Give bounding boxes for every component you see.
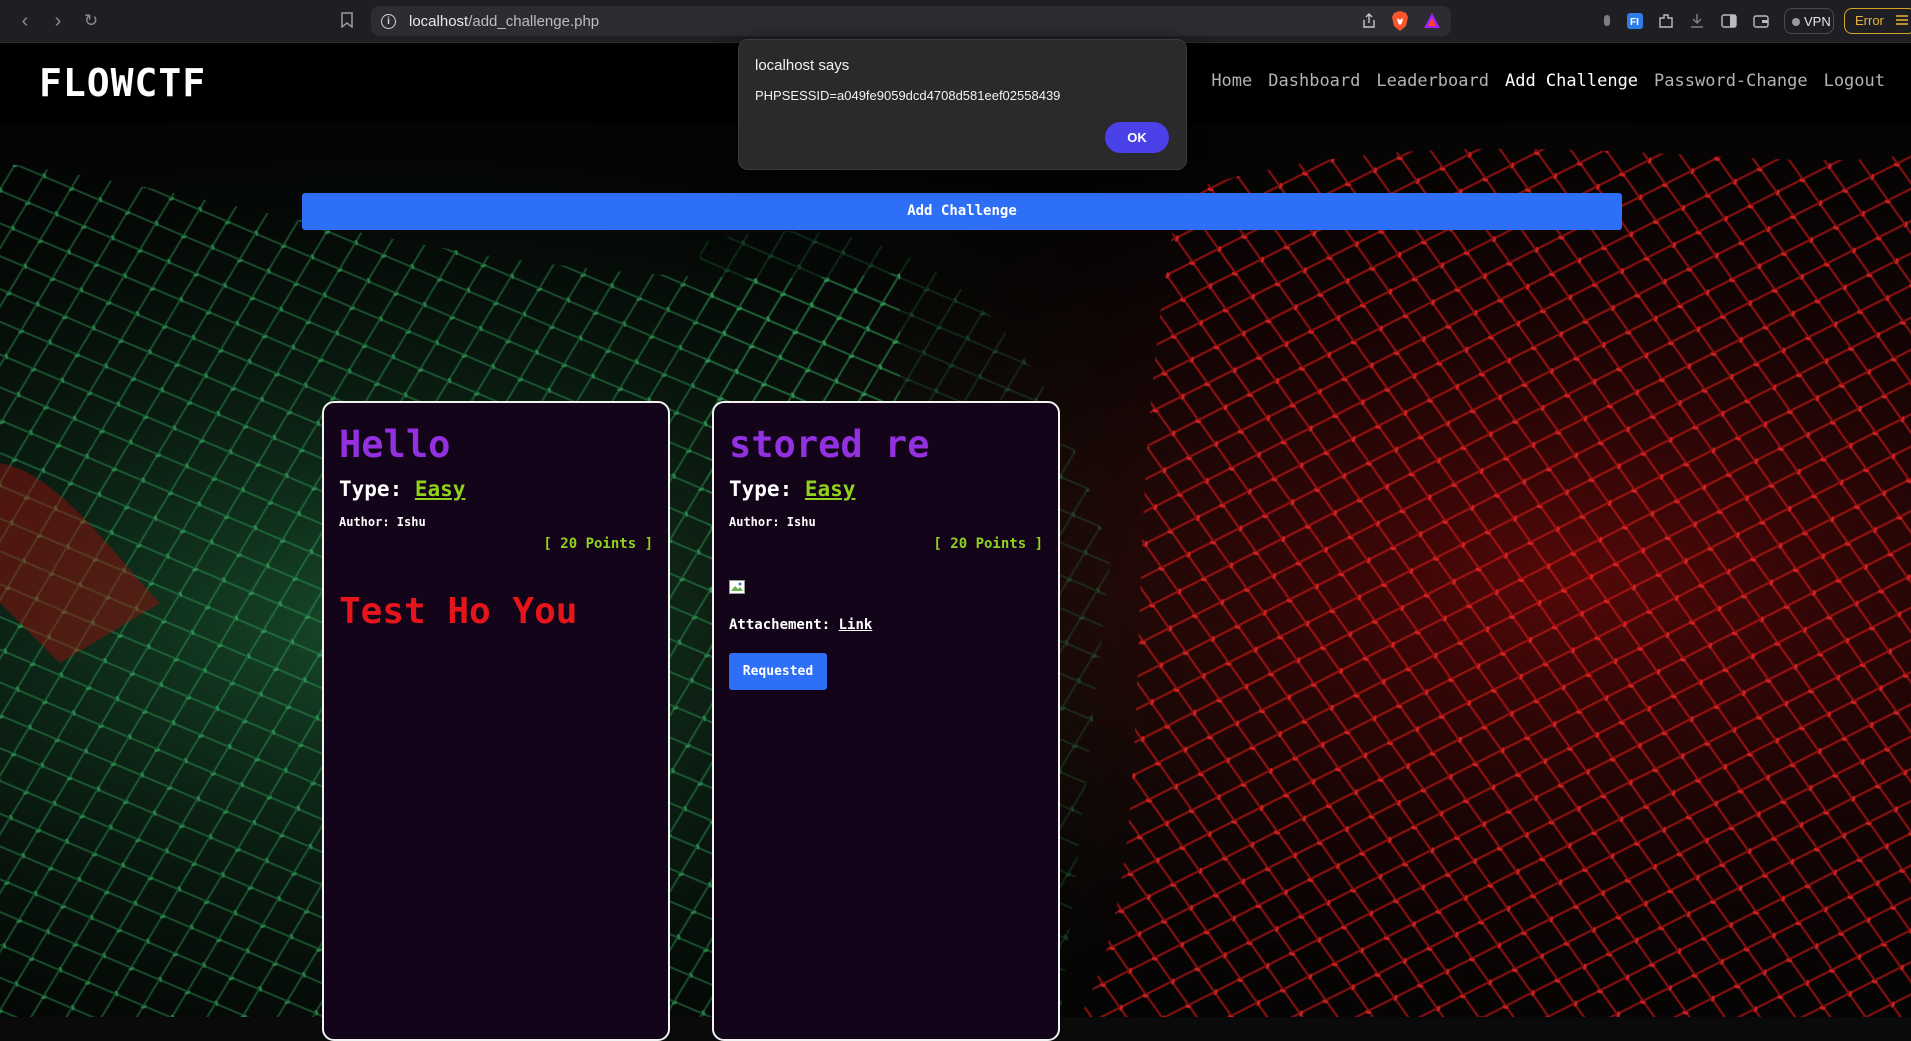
nav-add-challenge[interactable]: Add Challenge	[1505, 71, 1638, 91]
nav-home[interactable]: Home	[1211, 71, 1252, 91]
bookmark-icon[interactable]	[340, 12, 354, 28]
reload-icon[interactable]: ↻	[80, 10, 102, 32]
card-type-label: Type:	[339, 477, 403, 501]
error-button[interactable]: Error	[1844, 8, 1911, 34]
url-path: /add_challenge.php	[468, 13, 600, 30]
rewards-icon[interactable]	[1423, 12, 1441, 30]
brave-shield-icon[interactable]	[1391, 11, 1409, 31]
browser-toolbar: ‹ › ↻ i localhost/add_challenge.php FI V…	[0, 0, 1911, 43]
dialog-ok-button[interactable]: OK	[1105, 122, 1169, 153]
downloads-icon[interactable]	[1688, 12, 1706, 30]
card-type: Type: Easy	[339, 477, 465, 501]
card-author: Author: Ishu	[339, 515, 426, 529]
requested-button[interactable]: Requested	[729, 653, 827, 690]
broken-image-icon	[729, 580, 745, 594]
nav-dashboard[interactable]: Dashboard	[1268, 71, 1360, 91]
attachment-link[interactable]: Link	[839, 617, 873, 633]
site-info-icon[interactable]: i	[381, 14, 396, 29]
challenge-card: stored re Type: Easy Author: Ishu [ 20 P…	[712, 401, 1060, 1041]
main-nav: Home Dashboard Leaderboard Add Challenge…	[1211, 71, 1885, 91]
add-challenge-button[interactable]: Add Challenge	[302, 193, 1622, 230]
dialog-title: localhost says	[755, 57, 850, 74]
error-label: Error	[1855, 13, 1884, 28]
forward-icon[interactable]: ›	[47, 10, 69, 32]
nav-logout[interactable]: Logout	[1824, 71, 1885, 91]
card-difficulty: Easy	[414, 477, 466, 501]
card-difficulty: Easy	[804, 477, 856, 501]
site-logo[interactable]: FLOWCTF	[39, 61, 206, 105]
card-points: [ 20 Points ]	[543, 536, 653, 552]
card-points: [ 20 Points ]	[933, 536, 1043, 552]
vpn-button[interactable]: VPN	[1784, 8, 1834, 34]
vpn-label: VPN	[1804, 14, 1831, 29]
menu-icon	[1896, 15, 1908, 25]
card-type: Type: Easy	[729, 477, 855, 501]
card-attachment: Attachement: Link	[729, 617, 872, 633]
mouse-extension-icon[interactable]	[1598, 12, 1616, 30]
alert-dialog: localhost says PHPSESSID=a049fe9059dcd47…	[738, 39, 1187, 170]
vpn-status-dot	[1792, 18, 1800, 26]
share-icon[interactable]	[1361, 13, 1377, 29]
extensions-icon[interactable]	[1657, 12, 1675, 30]
card-description: Test Ho You	[339, 591, 578, 632]
wallet-icon[interactable]	[1752, 12, 1770, 30]
address-bar[interactable]: i localhost/add_challenge.php	[371, 6, 1451, 36]
attachment-label: Attachement:	[729, 617, 831, 633]
back-icon[interactable]: ‹	[14, 10, 36, 32]
challenge-card: Hello Type: Easy Author: Ishu [ 20 Point…	[322, 401, 670, 1041]
dialog-message: PHPSESSID=a049fe9059dcd4708d581eef025584…	[755, 88, 1061, 103]
url-text[interactable]: localhost/add_challenge.php	[409, 13, 599, 30]
card-title: Hello	[339, 423, 451, 466]
sidebar-icon[interactable]	[1720, 12, 1738, 30]
url-host: localhost	[409, 13, 469, 30]
extension-fi-icon[interactable]: FI	[1626, 12, 1644, 30]
card-author: Author: Ishu	[729, 515, 816, 529]
nav-password-change[interactable]: Password-Change	[1654, 71, 1808, 91]
card-type-label: Type:	[729, 477, 793, 501]
nav-leaderboard[interactable]: Leaderboard	[1376, 71, 1489, 91]
svg-text:FI: FI	[1630, 17, 1639, 28]
card-title: stored re	[729, 423, 930, 466]
